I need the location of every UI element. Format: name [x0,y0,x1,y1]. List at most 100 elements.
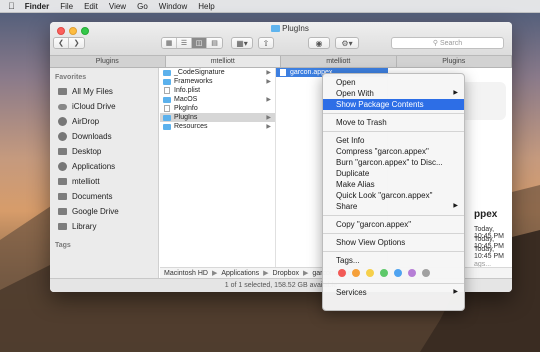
gear-icon[interactable]: ⚙▾ [335,37,359,49]
cover-flow-button[interactable]: ▤ [207,38,222,48]
menu-separator [323,113,464,114]
chevron-right-icon: ▶ [266,70,271,76]
menu-item-duplicate[interactable]: Duplicate [323,168,464,179]
menu-item-tags[interactable]: Tags... [323,255,464,266]
submenu-arrow-icon: ▶ [453,289,458,295]
favorites-header: Favorites [55,74,87,81]
menu-item-make-alias[interactable]: Make Alias [323,179,464,190]
sidebar-item-icloud-drive[interactable]: iCloud Drive [50,99,158,114]
list-item[interactable]: Frameworks ▶ [160,77,275,86]
eye-icon[interactable]: ◉ [308,37,330,49]
tag-blue[interactable] [394,269,402,277]
menu-item-quick-look[interactable]: Quick Look "garcon.appex" [323,190,464,201]
menu-separator [323,283,464,284]
menu-bar:  Finder File Edit View Go Window Help [0,0,540,13]
folder-icon [163,69,171,76]
menu-separator [323,251,464,252]
chevron-right-icon: ▶ [302,270,309,277]
list-item[interactable]: Resources ▶ [160,122,275,131]
chevron-right-icon: ▶ [211,270,218,277]
menu-separator [323,233,464,234]
all-files-icon [58,88,67,95]
path-item[interactable]: Applications [221,270,259,277]
sidebar-item-documents[interactable]: Documents [50,189,158,204]
tag-red[interactable] [338,269,346,277]
menu-item-share[interactable]: Share ▶ [323,201,464,212]
arrange-button[interactable]: ▦▾ [231,37,253,49]
tag-yellow[interactable] [366,269,374,277]
menu-separator [323,131,464,132]
column-view-button[interactable]: ◫ [192,38,207,48]
menu-item-show-package-contents[interactable]: Show Package Contents [323,99,464,110]
sidebar-item-airdrop[interactable]: AirDrop [50,114,158,129]
path-item[interactable]: Macintosh HD [164,270,208,277]
minimize-button[interactable] [69,27,77,35]
menu-help[interactable]: Help [198,2,214,11]
downloads-icon [58,132,67,141]
menu-item-copy[interactable]: Copy "garcon.appex" [323,219,464,230]
menu-item-services[interactable]: Services ▶ [323,287,464,298]
tag-color-row [323,266,464,280]
menu-item-burn[interactable]: Burn "garcon.appex" to Disc... [323,157,464,168]
tag-gray[interactable] [422,269,430,277]
folder-icon [163,78,171,85]
file-icon [164,105,170,112]
list-item[interactable]: PkgInfo [160,104,275,113]
menu-file[interactable]: File [60,2,73,11]
sidebar-item-all-my-files[interactable]: All My Files [50,84,158,99]
menu-item-get-info[interactable]: Get Info [323,135,464,146]
menu-app-finder[interactable]: Finder [25,2,49,11]
tag-green[interactable] [380,269,388,277]
sidebar-item-downloads[interactable]: Downloads [50,129,158,144]
chevron-right-icon: ▶ [263,270,269,277]
airdrop-icon [58,117,67,126]
forward-button[interactable]: ❯ [69,38,84,48]
tab-plugins[interactable]: Plugins [50,56,166,67]
menu-go[interactable]: Go [137,2,148,11]
tab-mtelliott-2[interactable]: mtelliott [281,56,397,67]
file-icon [164,87,170,94]
close-button[interactable] [57,27,65,35]
list-item-selected[interactable]: PlugIns ▶ [160,113,275,122]
search-input[interactable]: ⚲ Search [391,37,504,49]
path-item[interactable]: Dropbox [273,270,299,277]
folder-icon [163,114,171,121]
share-button[interactable]: ⇧ [258,37,274,49]
sidebar-item-applications[interactable]: Applications [50,159,158,174]
sidebar-item-library[interactable]: Library [50,219,158,234]
menu-item-open-with[interactable]: Open With ▶ [323,88,464,99]
tab-plugins-2[interactable]: Plugins [397,56,512,67]
tag-purple[interactable] [408,269,416,277]
sidebar-item-mtelliott[interactable]: mtelliott [50,174,158,189]
submenu-arrow-icon: ▶ [453,203,458,209]
menu-item-compress[interactable]: Compress "garcon.appex" [323,146,464,157]
folder-icon [163,123,171,130]
list-item[interactable]: Info.plist [160,86,275,95]
sidebar-item-desktop[interactable]: Desktop [50,144,158,159]
list-item[interactable]: MacOS ▶ [160,95,275,104]
menu-item-show-view-options[interactable]: Show View Options [323,237,464,248]
sidebar-item-google-drive[interactable]: Google Drive [50,204,158,219]
preview-image [460,82,506,120]
menu-view[interactable]: View [109,2,126,11]
tag-orange[interactable] [352,269,360,277]
back-button[interactable]: ❮ [54,38,69,48]
icon-view-button[interactable]: ▦ [162,38,177,48]
zoom-button[interactable] [81,27,89,35]
chevron-right-icon: ▶ [266,124,271,130]
cloud-icon [58,103,67,110]
list-view-button[interactable]: ☰ [177,38,192,48]
appex-icon [280,69,286,76]
menu-window[interactable]: Window [159,2,187,11]
folder-icon [271,25,281,32]
folder-icon [58,223,67,230]
menu-item-open[interactable]: Open [323,77,464,88]
menu-item-move-to-trash[interactable]: Move to Trash [323,117,464,128]
window-title: PlugIns [250,24,330,33]
apple-menu-icon[interactable]:  [8,1,15,11]
tab-mtelliott[interactable]: mtelliott [165,56,281,67]
submenu-arrow-icon: ▶ [453,90,458,96]
preview-opened: Today, 10:45 PM [474,246,504,260]
menu-edit[interactable]: Edit [84,2,98,11]
list-item[interactable]: _CodeSignature ▶ [160,68,275,77]
